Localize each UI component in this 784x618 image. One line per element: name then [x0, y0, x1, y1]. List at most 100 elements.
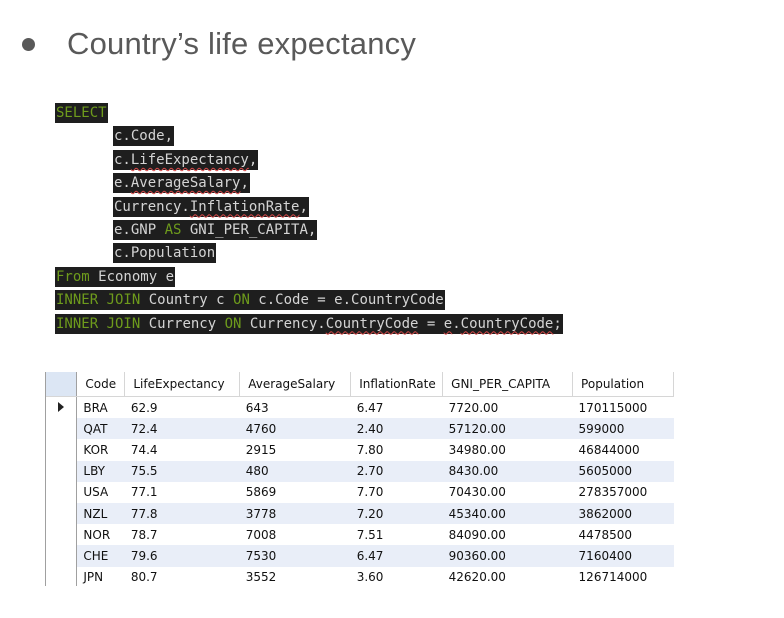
table-cell[interactable]: 3552: [240, 567, 351, 587]
table-cell[interactable]: 7530: [239, 545, 351, 567]
table-row[interactable]: LBY 75.5 480 2.70 8430.00 5605000: [46, 460, 674, 482]
row-header[interactable]: [46, 566, 78, 586]
table-cell[interactable]: 46844000: [573, 439, 674, 460]
table-cell[interactable]: 7.70: [351, 482, 443, 503]
table-cell[interactable]: NOR: [77, 524, 125, 545]
table-cell[interactable]: 77.8: [124, 502, 240, 525]
table-cell[interactable]: 6.47: [350, 545, 443, 567]
table-cell[interactable]: 7720.00: [443, 397, 573, 419]
column-header[interactable]: Code: [76, 372, 126, 397]
sql-line: c.Population: [55, 242, 563, 265]
sql-token: ;: [553, 315, 562, 332]
row-header[interactable]: [46, 524, 78, 546]
column-header[interactable]: AverageSalary: [239, 372, 352, 397]
row-header[interactable]: [46, 481, 78, 503]
row-header[interactable]: [46, 460, 78, 482]
table-cell[interactable]: 4760: [239, 418, 351, 440]
table-cell[interactable]: KOR: [77, 439, 125, 460]
table-cell[interactable]: 77.1: [125, 482, 240, 503]
table-cell[interactable]: 3862000: [572, 502, 674, 525]
sql-token: .: [452, 315, 461, 332]
table-row[interactable]: USA 77.1 5869 7.70 70430.00 278357000: [46, 481, 674, 503]
table-cell[interactable]: CHE: [76, 545, 125, 567]
table-row[interactable]: KOR 74.4 2915 7.80 34980.00 46844000: [46, 439, 674, 461]
column-header[interactable]: InflationRate: [350, 372, 444, 397]
table-cell[interactable]: 70430.00: [443, 482, 573, 503]
table-cell[interactable]: 62.9: [125, 397, 240, 419]
table-cell[interactable]: 3.60: [351, 567, 443, 587]
table-cell[interactable]: 4478500: [573, 524, 674, 545]
column-header[interactable]: Population: [572, 372, 674, 397]
table-cell[interactable]: 2915: [240, 439, 351, 460]
table-cell[interactable]: 3778: [239, 502, 351, 525]
table-cell[interactable]: 599000: [572, 418, 674, 440]
table-row[interactable]: QAT 72.4 4760 2.40 57120.00 599000: [46, 418, 674, 440]
table-cell[interactable]: 84090.00: [443, 524, 573, 545]
table-cell[interactable]: 643: [240, 397, 351, 419]
table-cell[interactable]: 78.7: [125, 524, 240, 545]
column-header[interactable]: GNI_PER_CAPITA: [442, 372, 574, 397]
table-cell[interactable]: 34980.00: [443, 439, 573, 460]
table-row[interactable]: BRA 62.9 643 6.47 7720.00 170115000: [46, 396, 674, 419]
table-cell[interactable]: 80.7: [125, 567, 240, 587]
column-header[interactable]: LifeExpectancy: [124, 372, 241, 397]
sql-line: From Economy e: [55, 266, 563, 289]
sql-token: InflationRate: [189, 198, 300, 215]
table-cell[interactable]: LBY: [76, 460, 125, 482]
table-cell[interactable]: 7160400: [572, 545, 674, 567]
row-header[interactable]: [46, 545, 78, 567]
sql-token: ,: [248, 151, 258, 168]
table-cell[interactable]: 2.40: [350, 418, 443, 440]
table-cell[interactable]: 6.47: [351, 397, 443, 419]
table-cell[interactable]: USA: [77, 482, 125, 503]
row-header[interactable]: [46, 502, 78, 525]
table-cell[interactable]: QAT: [76, 418, 125, 440]
table-cell[interactable]: 45340.00: [442, 502, 573, 525]
table-row[interactable]: JPN 80.7 3552 3.60 42620.00 126714000: [46, 566, 674, 587]
row-header[interactable]: [46, 439, 78, 461]
row-header[interactable]: [46, 396, 78, 419]
row-header[interactable]: [46, 418, 78, 440]
table-cell[interactable]: 75.5: [124, 460, 240, 482]
table-row[interactable]: CHE 79.6 7530 6.47 90360.00 7160400: [46, 545, 674, 567]
table-cell[interactable]: BRA: [77, 397, 125, 419]
table-cell[interactable]: 7.80: [351, 439, 443, 460]
table-cell[interactable]: JPN: [77, 567, 125, 587]
table-cell[interactable]: 2.70: [350, 460, 443, 482]
sql-token: GNI_PER_CAPITA,: [181, 221, 317, 238]
sql-token: LifeExpectancy: [130, 151, 249, 168]
table-cell[interactable]: 57120.00: [442, 418, 573, 440]
table-cell[interactable]: 74.4: [125, 439, 240, 460]
table-cell[interactable]: 170115000: [573, 397, 674, 419]
sql-keyword: AS: [164, 221, 182, 238]
table-cell[interactable]: 7.51: [351, 524, 443, 545]
sql-token: ,: [240, 175, 249, 192]
sql-keyword: From: [56, 268, 90, 285]
table-cell[interactable]: 7008: [240, 524, 351, 545]
table-cell[interactable]: 8430.00: [442, 460, 573, 482]
table-cell[interactable]: 7.20: [350, 502, 443, 525]
table-header-row: Code LifeExpectancy AverageSalary Inflation…: [46, 372, 674, 397]
table-cell[interactable]: 480: [239, 460, 351, 482]
sql-token: e.GNP: [114, 221, 165, 238]
table-cell[interactable]: 126714000: [573, 567, 674, 587]
result-grid[interactable]: Code LifeExpectancy AverageSalary Inflation…: [45, 372, 674, 586]
table-row[interactable]: NOR 78.7 7008 7.51 84090.00 4478500: [46, 524, 674, 546]
table-cell[interactable]: 79.6: [124, 545, 240, 567]
table-cell[interactable]: NZL: [76, 502, 125, 525]
table-cell[interactable]: 5605000: [572, 460, 674, 482]
sql-token: Economy e: [89, 268, 175, 285]
sql-line: SELECT: [55, 102, 563, 125]
sql-token: ,: [299, 198, 308, 215]
table-cell[interactable]: 42620.00: [443, 567, 573, 587]
select-all-corner[interactable]: [46, 372, 78, 397]
current-row-arrow-icon: [58, 401, 65, 412]
table-cell[interactable]: 278357000: [573, 482, 674, 503]
table-cell[interactable]: 5869: [240, 482, 351, 503]
sql-line: INNER JOIN Country c ON c.Code = e.Count…: [55, 289, 563, 312]
table-row[interactable]: NZL 77.8 3778 7.20 45340.00 3862000: [46, 502, 674, 525]
table-cell[interactable]: 90360.00: [442, 545, 573, 567]
table-cell[interactable]: 72.4: [124, 418, 240, 440]
sql-token: =: [418, 315, 444, 332]
sql-token: c.: [114, 151, 131, 168]
